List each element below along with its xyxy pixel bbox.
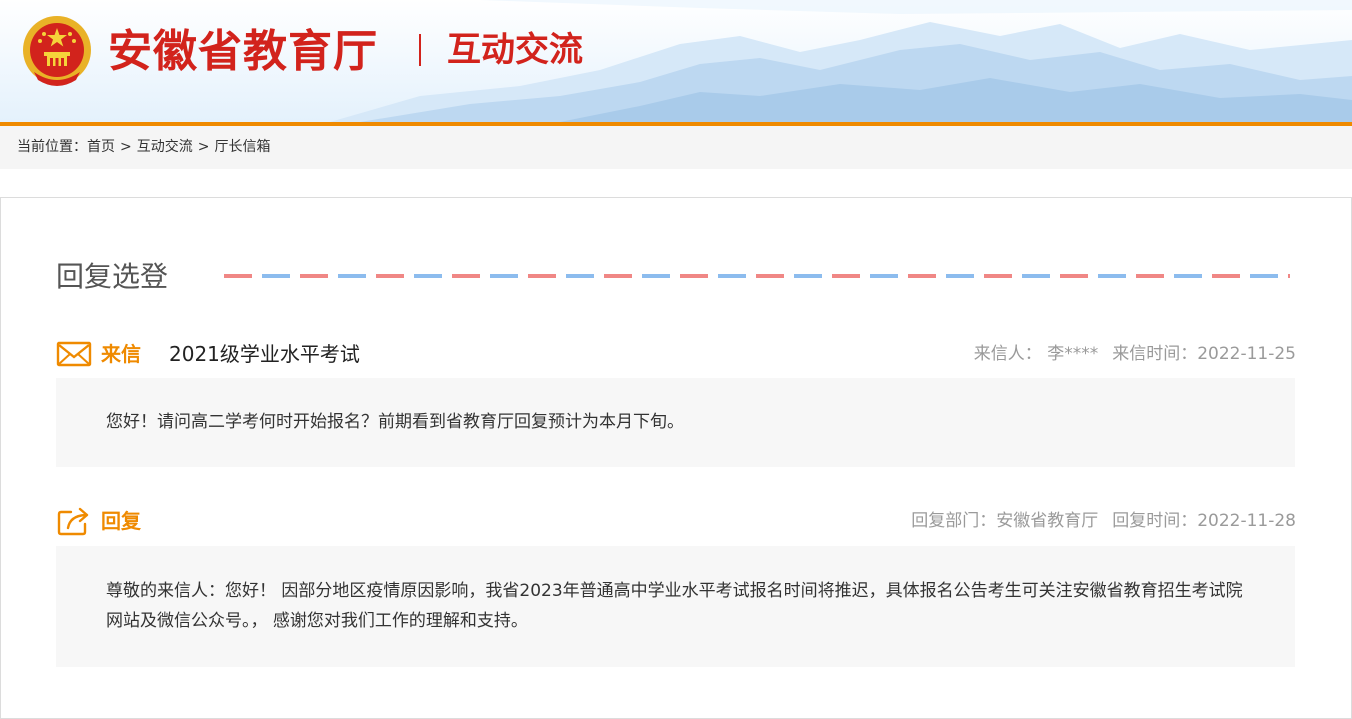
letter-date-label: 来信时间： xyxy=(1112,344,1198,364)
section-title[interactable]: 互动交流 xyxy=(447,28,583,72)
breadcrumb-mailbox-link[interactable]: 厅长信箱 xyxy=(214,139,270,155)
breadcrumb-separator: > xyxy=(197,139,210,155)
breadcrumb: 当前位置：首页 > 互动交流 > 厅长信箱 xyxy=(0,126,1352,169)
reply-meta: 回复部门：安徽省教育厅 回复时间：2022-11-28 xyxy=(911,506,1296,536)
letter-body: 您好！请问高二学考何时开始报名？前期看到省教育厅回复预计为本月下旬。 xyxy=(56,378,1295,467)
panel-heading: 回复选登 xyxy=(56,260,169,293)
share-reply-icon xyxy=(57,507,89,536)
reply-dept: 安徽省教育厅 xyxy=(996,511,1099,531)
sender-name: 李**** xyxy=(1047,344,1099,364)
reply-date: 2022-11-28 xyxy=(1197,511,1296,531)
reply-detail-panel: 回复选登 来信 2021级学业水平考试 来信人： 李**** 来信时间：2022-… xyxy=(0,197,1352,719)
reply-date-label: 回复时间： xyxy=(1112,511,1198,531)
sender-label: 来信人： xyxy=(973,344,1042,364)
breadcrumb-separator: > xyxy=(120,139,132,155)
letter-date: 2022-11-25 xyxy=(1197,344,1296,364)
breadcrumb-interaction-link[interactable]: 互动交流 xyxy=(137,139,193,155)
national-emblem-icon xyxy=(23,16,91,86)
breadcrumb-prefix: 当前位置： xyxy=(17,139,87,155)
letter-meta: 来信人： 李**** 来信时间：2022-11-25 xyxy=(974,339,1296,369)
reply-tag: 回复 xyxy=(101,509,141,533)
airmail-stripe-divider xyxy=(224,274,1290,278)
reply-body: 尊敬的来信人：您好！ 因部分地区疫情原因影响，我省2023年普通高中学业水平考试… xyxy=(56,546,1295,667)
envelope-icon xyxy=(56,341,92,367)
reply-header-row: 回复 回复部门：安徽省教育厅 回复时间：2022-11-28 xyxy=(56,506,1296,536)
title-divider xyxy=(419,34,421,66)
reply-dept-label: 回复部门： xyxy=(911,511,997,531)
letter-tag: 来信 xyxy=(101,342,141,366)
site-header: 安徽省教育厅 互动交流 xyxy=(0,0,1352,122)
site-title[interactable]: 安徽省教育厅 xyxy=(108,24,378,80)
letter-subject: 2021级学业水平考试 xyxy=(169,342,360,366)
letter-header-row: 来信 2021级学业水平考试 来信人： 李**** 来信时间：2022-11-25 xyxy=(56,339,1296,369)
breadcrumb-home-link[interactable]: 首页 xyxy=(87,139,115,155)
